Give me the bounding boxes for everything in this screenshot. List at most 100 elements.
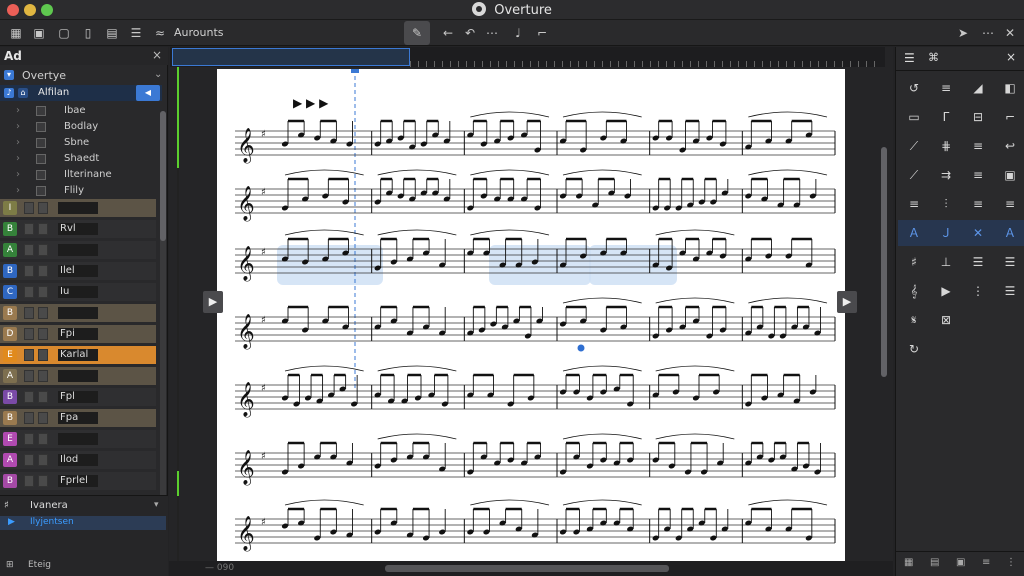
track-toggle[interactable] <box>38 286 48 298</box>
track-name[interactable]: Fprlel <box>58 475 98 487</box>
palette-tool-icon[interactable]: ⊠ <box>930 307 962 333</box>
track-name[interactable] <box>58 433 98 445</box>
palette-tool-icon[interactable]: Ｊ <box>930 220 962 246</box>
metronome-icon[interactable]: ♩ <box>510 25 526 41</box>
palette-tool-icon[interactable]: ◧ <box>994 75 1024 101</box>
track-toggle[interactable] <box>38 202 48 214</box>
track-row[interactable]: C Iu <box>0 283 156 301</box>
track-toggle[interactable] <box>38 328 48 340</box>
palette-tab-icon[interactable]: ⌘ <box>928 51 939 64</box>
tree-item[interactable]: › Flily <box>0 183 160 199</box>
palette-tool-icon[interactable]: ⊟ <box>962 104 994 130</box>
track-toggle[interactable] <box>38 244 48 256</box>
tree-item[interactable]: › Sbne <box>0 135 160 151</box>
track-toggle[interactable] <box>24 370 34 382</box>
more-icon[interactable]: ⋯ <box>484 25 500 41</box>
tree-chevron-icon[interactable]: › <box>16 169 20 180</box>
bottom-selected-row[interactable]: ▶ Ilyjentsen <box>0 516 166 530</box>
lines-icon[interactable]: ☰ <box>128 25 144 41</box>
footer-grid-icon[interactable]: ▦ <box>904 557 913 568</box>
palette-tool-icon[interactable]: ✕ <box>962 220 994 246</box>
track-name[interactable]: Iu <box>58 286 98 298</box>
pointer-tool-icon[interactable]: ➤ <box>955 25 971 41</box>
palette-tool-icon[interactable]: ⫶ <box>930 191 962 217</box>
track-name[interactable]: Ilod <box>58 454 98 466</box>
layout-icon[interactable]: ▣ <box>31 25 47 41</box>
score-canvas[interactable]: ▶ ▶ ▶ 𝄞 ♯ 𝄞 ♯ 𝄞 ♯ 𝄞 ♯ 𝄞 ♯ 𝄞 ♯ 𝄞 ♯ <box>217 69 845 561</box>
palette-tool-icon[interactable]: ▭ <box>898 104 930 130</box>
track-name[interactable]: Rvl <box>58 223 98 235</box>
track-toggle[interactable] <box>24 265 34 277</box>
track-name[interactable]: Fpa <box>58 412 98 424</box>
tree-chevron-icon[interactable]: › <box>16 137 20 148</box>
grid-icon[interactable]: ▦ <box>8 25 24 41</box>
track-name[interactable] <box>58 307 98 319</box>
track-name[interactable]: Fpi <box>58 328 98 340</box>
track-name[interactable] <box>58 370 98 382</box>
track-toggle[interactable] <box>24 202 34 214</box>
track-name[interactable]: Fpl <box>58 391 98 403</box>
palette-tool-icon[interactable]: ⊥ <box>930 249 962 275</box>
palette-menu-icon[interactable]: ☰ <box>904 51 915 65</box>
track-name[interactable]: Karlal <box>58 349 98 361</box>
track-toggle[interactable] <box>24 454 34 466</box>
footer-expand-icon[interactable]: ⋮ <box>1006 557 1016 568</box>
track-row[interactable]: B Rvl <box>0 220 156 238</box>
track-toggle[interactable] <box>38 454 48 466</box>
palette-tool-icon[interactable]: ⇉ <box>930 162 962 188</box>
document-icon[interactable]: ▯ <box>80 25 96 41</box>
track-row[interactable]: B Fpl <box>0 388 156 406</box>
sheet-icon[interactable]: ▤ <box>104 25 120 41</box>
track-row[interactable]: A <box>0 241 156 259</box>
palette-tool-icon[interactable]: ☰ <box>994 249 1024 275</box>
track-toggle[interactable] <box>38 265 48 277</box>
track-toggle[interactable] <box>38 307 48 319</box>
track-toggle[interactable] <box>24 286 34 298</box>
palette-tool-icon[interactable]: ≡ <box>930 75 962 101</box>
track-toggle[interactable] <box>24 349 34 361</box>
track-row[interactable]: B Ilel <box>0 262 156 280</box>
expand-arrow-icon[interactable]: ◀ <box>136 85 160 101</box>
track-name[interactable] <box>58 202 98 214</box>
track-row[interactable]: E Karlal <box>0 346 156 364</box>
horizontal-scroll-thumb[interactable] <box>385 565 669 572</box>
left-panel-scroll-thumb[interactable] <box>160 111 166 241</box>
track-row[interactable]: A <box>0 367 156 385</box>
track-toggle[interactable] <box>24 244 34 256</box>
track-row[interactable]: I <box>0 199 156 217</box>
palette-tool-icon[interactable]: ≡ <box>962 191 994 217</box>
tree-item[interactable]: › Ilterinane <box>0 167 160 183</box>
track-toggle[interactable] <box>24 328 34 340</box>
ruler-selection[interactable] <box>172 48 410 66</box>
track-name[interactable]: Ilel <box>58 265 98 277</box>
track-toggle[interactable] <box>38 433 48 445</box>
footer-view-icon[interactable]: ▣ <box>956 557 965 568</box>
palette-tool-icon[interactable]: ↩ <box>994 133 1024 159</box>
palette-tool-icon[interactable]: ≡ <box>994 191 1024 217</box>
tree-chevron-icon[interactable]: › <box>16 185 20 196</box>
track-toggle[interactable] <box>24 475 34 487</box>
panel-close-icon[interactable]: × <box>152 48 162 62</box>
palette-close-icon[interactable]: × <box>1006 50 1016 64</box>
track-toggle[interactable] <box>38 370 48 382</box>
previous-page-button[interactable]: ▶ <box>203 291 223 313</box>
palette-tool-icon[interactable]: Ａ <box>898 220 930 246</box>
track-toggle[interactable] <box>24 307 34 319</box>
tuplet-icon[interactable]: ⌐ <box>534 25 550 41</box>
tree-item[interactable]: › Bodlay <box>0 119 160 135</box>
palette-tool-icon[interactable]: ☰ <box>994 278 1024 304</box>
selected-tree-row[interactable]: ♪ ⌂ Alfilan ◀ <box>0 85 162 101</box>
more-options-icon[interactable]: ⋯ <box>980 25 996 41</box>
track-toggle[interactable] <box>24 412 34 424</box>
tree-chevron-icon[interactable]: › <box>16 105 20 116</box>
tree-chevron-icon[interactable]: › <box>16 153 20 164</box>
palette-tool-icon[interactable]: ⟋ <box>898 162 930 188</box>
tree-checkbox[interactable] <box>36 154 46 164</box>
track-row[interactable]: B Fpa <box>0 409 156 427</box>
track-row[interactable]: B Fprlel <box>0 472 156 490</box>
palette-tool-icon[interactable]: ☰ <box>962 249 994 275</box>
palette-tool-icon[interactable]: ▶ <box>930 278 962 304</box>
tree-checkbox[interactable] <box>36 170 46 180</box>
wave-icon[interactable]: ≈ <box>152 25 168 41</box>
track-row[interactable]: D Fpi <box>0 325 156 343</box>
